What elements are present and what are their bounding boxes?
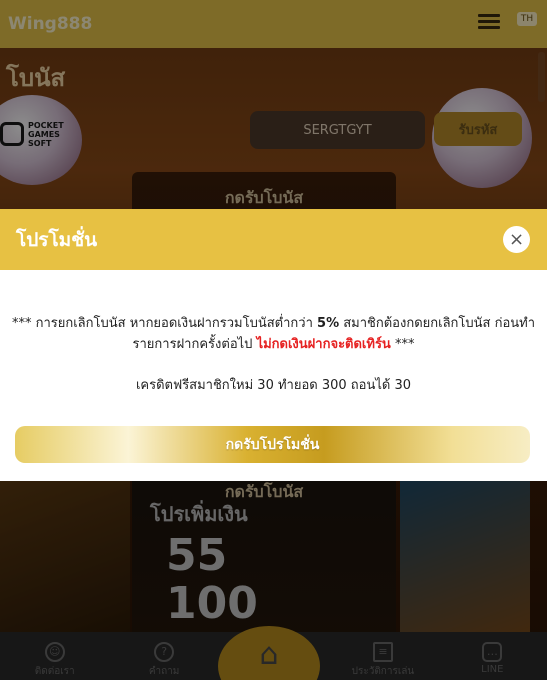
bonus-cancel-notice: *** การยกเลิกโบนัส หากยอดเงินฝากรวมโบนัส… xyxy=(11,316,536,352)
threshold-percent: 5% xyxy=(317,316,340,331)
modal-header: โปรโมชั่น × xyxy=(0,209,547,270)
free-credit-text: เครดิตฟรีสมาชิกใหม่ 30 ทำยอด 300 ถอนได้ … xyxy=(135,378,412,393)
modal-body: *** การยกเลิกโบนัส หากยอดเงินฝากรวมโบนัส… xyxy=(0,270,547,396)
claim-promotion-button[interactable]: กดรับโปรโมชั่น xyxy=(15,426,530,463)
turnover-warning: ไม่กดเงินฝากจะติดเทิร์น xyxy=(256,337,391,352)
promotion-modal: โปรโมชั่น × *** การยกเลิกโบนัส หากยอดเงิ… xyxy=(0,209,547,481)
modal-title: โปรโมชั่น xyxy=(16,228,98,251)
close-icon[interactable]: × xyxy=(503,226,530,253)
